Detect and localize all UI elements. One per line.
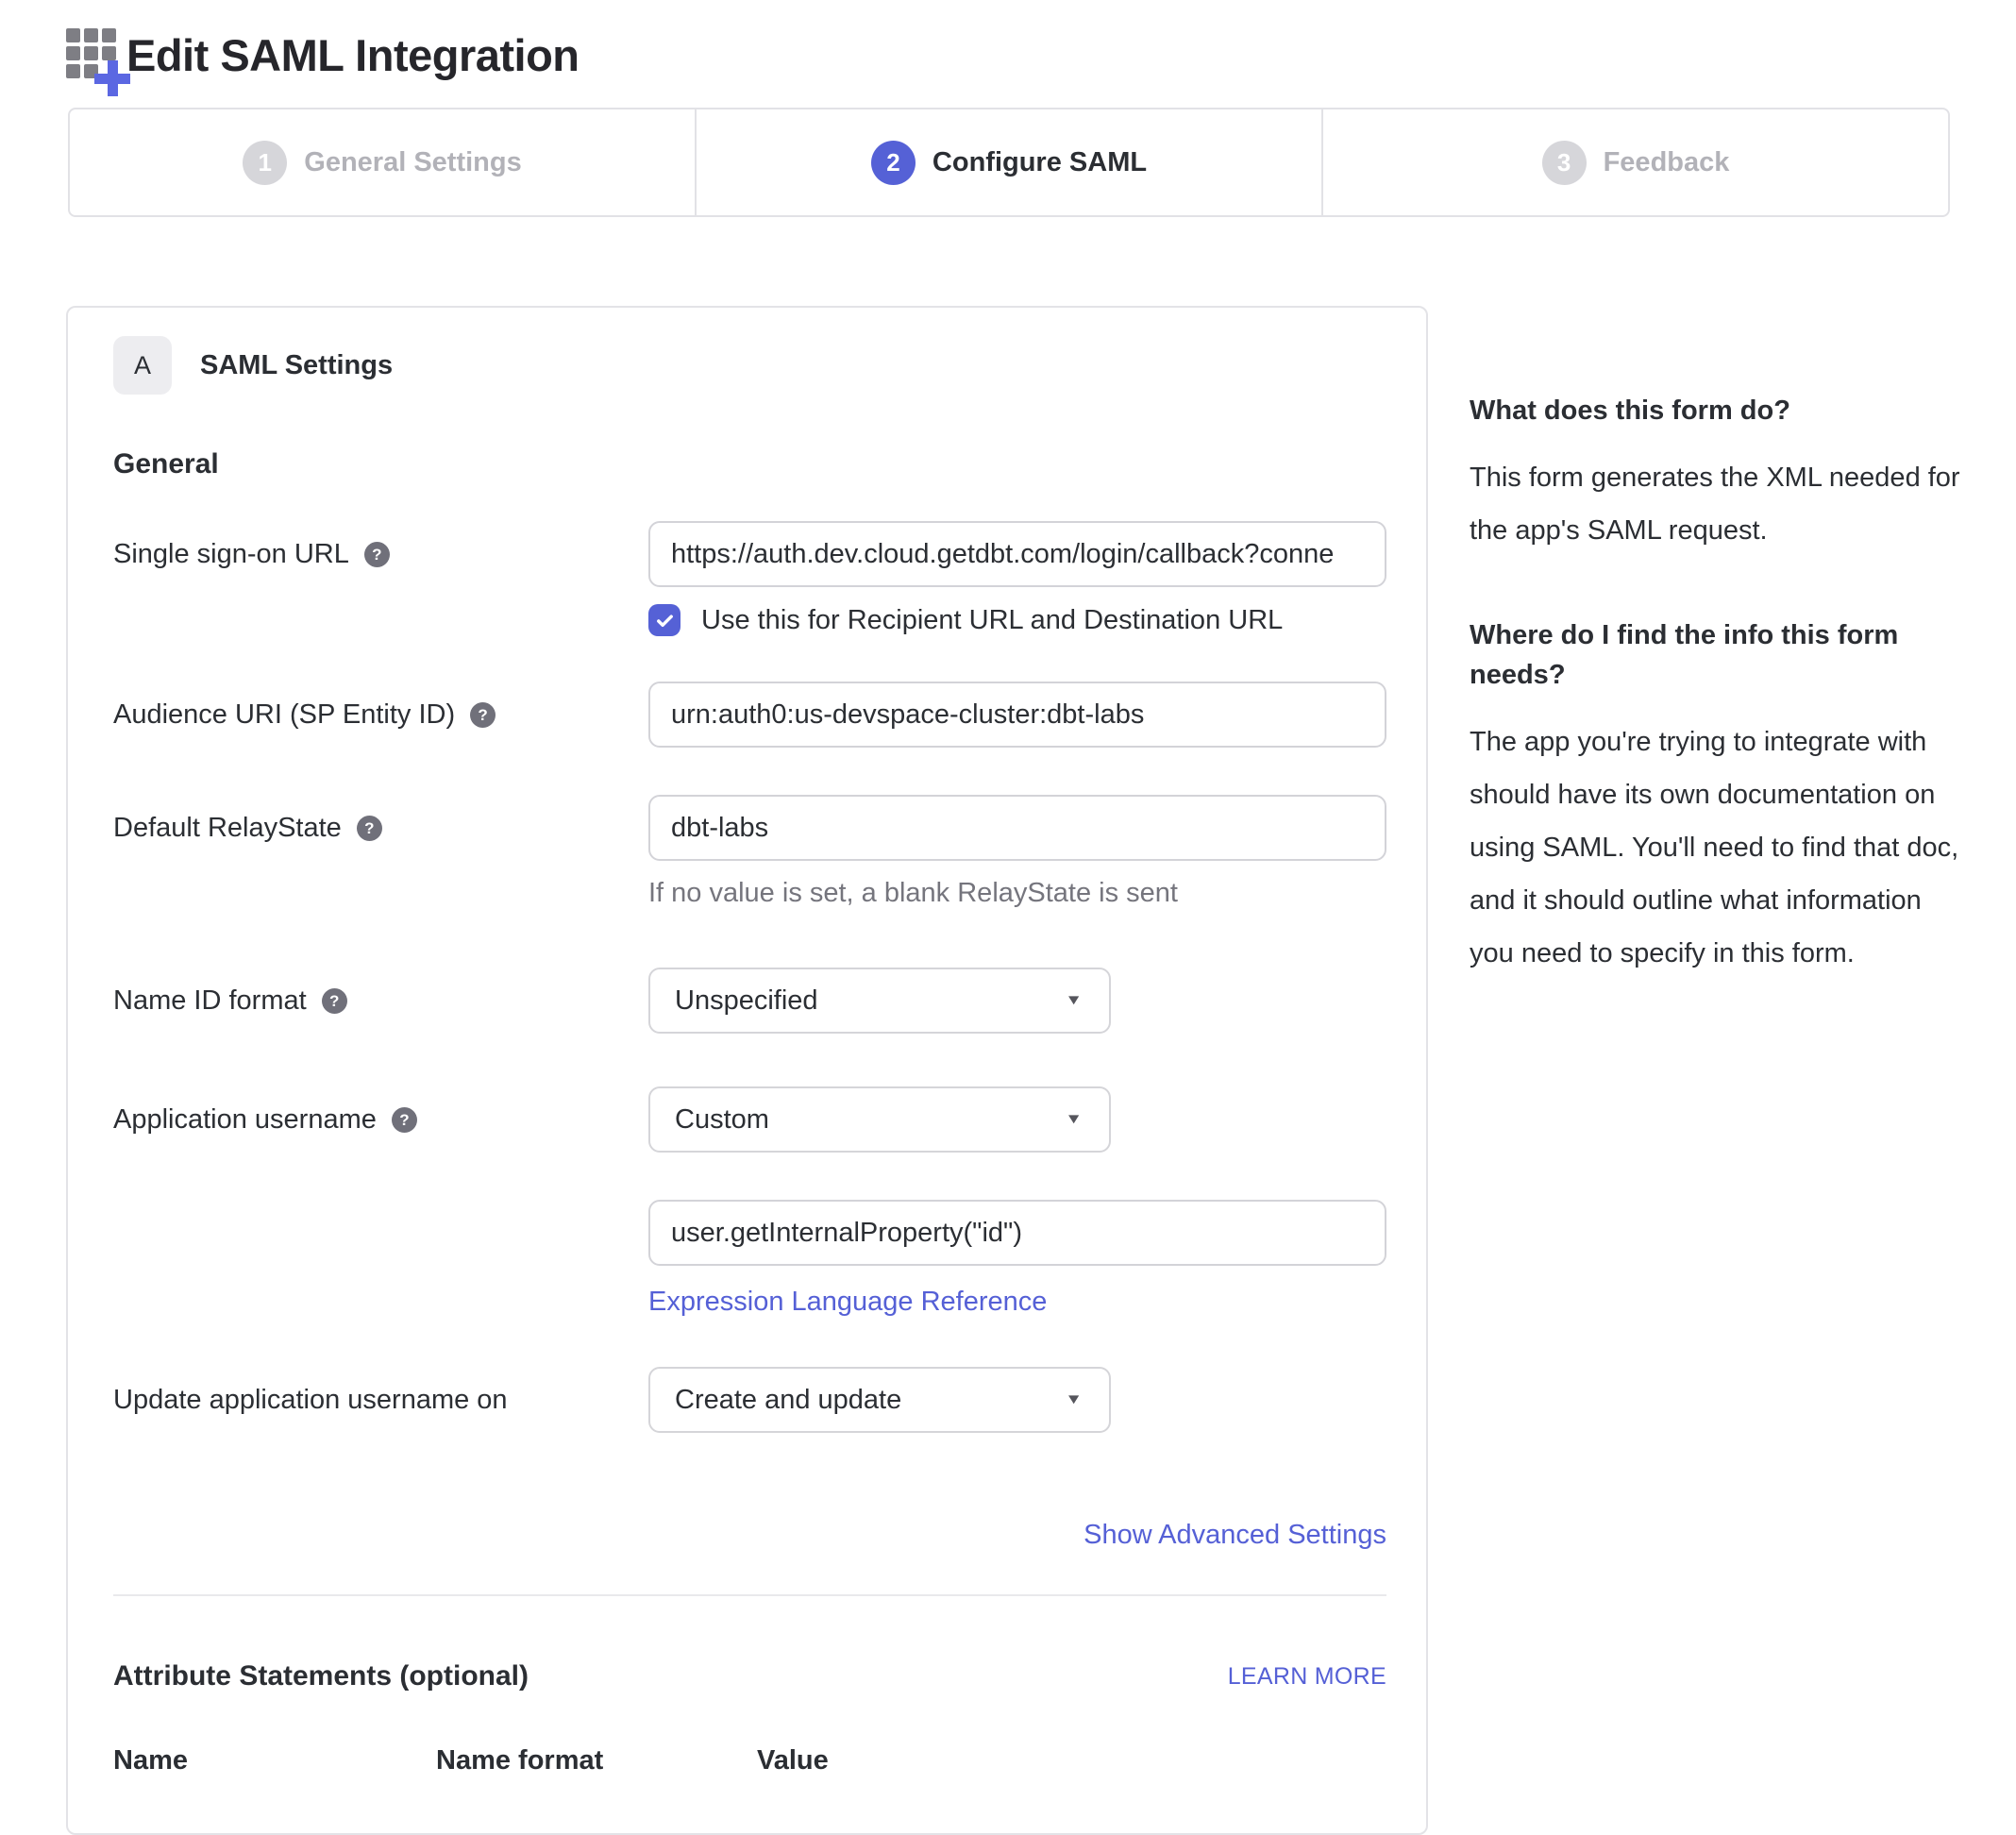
check-icon [654, 610, 676, 631]
help-icon[interactable]: ? [357, 816, 382, 841]
attribute-statements-header: Attribute Statements (optional) LEARN MO… [113, 1660, 1386, 1692]
column-header-name-format: Name format [436, 1745, 757, 1776]
show-advanced-settings-link[interactable]: Show Advanced Settings [1084, 1520, 1386, 1550]
step-general-settings[interactable]: 1 General Settings [70, 109, 695, 215]
help-question-1: What does this form do? [1470, 391, 1964, 430]
name-id-format-value: Unspecified [675, 985, 818, 1017]
page-title: Edit SAML Integration [126, 29, 580, 81]
application-username-select[interactable]: Custom ▼ [648, 1086, 1111, 1153]
help-sidebar: What does this form do? This form genera… [1470, 306, 1964, 1038]
custom-expression-input[interactable] [648, 1200, 1386, 1266]
audience-uri-label: Audience URI (SP Entity ID) [113, 698, 455, 732]
application-username-row: Application username ? Custom ▼ [113, 1086, 1386, 1153]
step-3-circle: 3 [1542, 141, 1587, 185]
app-grid-plus-icon [66, 28, 119, 81]
step-feedback[interactable]: 3 Feedback [1321, 109, 1948, 215]
step-1-circle: 1 [243, 141, 287, 185]
page-header: Edit SAML Integration [0, 0, 2016, 81]
relaystate-label: Default RelayState [113, 811, 342, 845]
advanced-settings-row: Show Advanced Settings [113, 1520, 1386, 1551]
help-icon[interactable]: ? [470, 702, 496, 728]
help-icon[interactable]: ? [392, 1107, 417, 1133]
step-configure-saml[interactable]: 2 Configure SAML [695, 109, 1321, 215]
help-answer-2: The app you're trying to integrate with … [1470, 715, 1964, 980]
chevron-down-icon: ▼ [1065, 992, 1083, 1009]
update-username-select[interactable]: Create and update ▼ [648, 1367, 1111, 1433]
section-a-badge: A [113, 336, 172, 395]
audience-uri-row: Audience URI (SP Entity ID) ? [113, 682, 1386, 748]
update-username-row: Update application username on Create an… [113, 1367, 1386, 1433]
edit-saml-integration-page: Edit SAML Integration 1 General Settings… [0, 0, 2016, 1835]
chevron-down-icon: ▼ [1065, 1391, 1083, 1408]
column-header-value: Value [757, 1745, 829, 1776]
help-icon[interactable]: ? [322, 988, 347, 1014]
update-username-value: Create and update [675, 1385, 901, 1416]
saml-settings-card: A SAML Settings General Single sign-on U… [66, 306, 1428, 1835]
chevron-down-icon: ▼ [1065, 1111, 1083, 1128]
application-username-label: Application username [113, 1103, 377, 1136]
step-2-circle: 2 [871, 141, 916, 185]
name-id-format-select[interactable]: Unspecified ▼ [648, 968, 1111, 1034]
step-2-label: Configure SAML [932, 147, 1147, 178]
attribute-table-header: Name Name format Value [113, 1745, 1386, 1776]
learn-more-link[interactable]: LEARN MORE [1228, 1663, 1386, 1691]
recipient-url-checkbox-label: Use this for Recipient URL and Destinati… [701, 605, 1283, 636]
wizard-stepper: 1 General Settings 2 Configure SAML 3 Fe… [68, 108, 1950, 217]
application-username-value: Custom [675, 1104, 769, 1136]
column-header-name: Name [113, 1745, 436, 1776]
name-id-format-row: Name ID format ? Unspecified ▼ [113, 968, 1386, 1034]
step-1-label: General Settings [304, 147, 521, 178]
name-id-format-label: Name ID format [113, 984, 307, 1018]
sso-url-row: Single sign-on URL ? Use this for Recipi… [113, 521, 1386, 636]
section-divider [113, 1594, 1386, 1596]
general-section-heading: General [113, 447, 1386, 481]
help-icon[interactable]: ? [364, 542, 390, 567]
plus-icon [94, 60, 130, 96]
help-question-2: Where do I find the info this form needs… [1470, 615, 1964, 695]
recipient-url-check-row: Use this for Recipient URL and Destinati… [648, 604, 1386, 636]
audience-uri-input[interactable] [648, 682, 1386, 748]
step-3-label: Feedback [1604, 147, 1730, 178]
saml-settings-heading: SAML Settings [200, 350, 393, 381]
recipient-url-checkbox[interactable] [648, 604, 680, 636]
card-header: A SAML Settings [113, 336, 1386, 395]
update-username-label: Update application username on [113, 1383, 508, 1417]
custom-expression-row: Expression Language Reference [113, 1200, 1386, 1318]
sso-url-input[interactable] [648, 521, 1386, 587]
attribute-statements-heading: Attribute Statements (optional) [113, 1660, 529, 1692]
sso-url-label: Single sign-on URL [113, 537, 349, 571]
expression-language-reference-link[interactable]: Expression Language Reference [648, 1287, 1047, 1318]
relaystate-input[interactable] [648, 795, 1386, 861]
content-area: A SAML Settings General Single sign-on U… [66, 306, 2016, 1835]
help-answer-1: This form generates the XML needed for t… [1470, 451, 1964, 557]
relaystate-row: Default RelayState ? If no value is set,… [113, 795, 1386, 909]
relaystate-hint: If no value is set, a blank RelayState i… [648, 878, 1386, 909]
